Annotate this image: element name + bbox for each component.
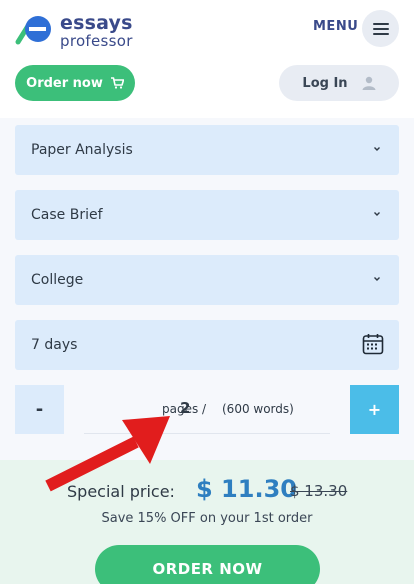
logo-text-essays: essays <box>60 12 133 34</box>
chevron-down-icon <box>374 212 380 216</box>
user-icon <box>362 76 376 90</box>
pages-value: 2 <box>180 399 191 417</box>
academic-level-select[interactable]: College <box>15 255 399 305</box>
paper-type-select[interactable]: Paper Analysis <box>15 125 399 175</box>
pages-decrement-button[interactable]: - <box>15 385 64 434</box>
order-now-label: Order now <box>26 75 103 91</box>
login-label: Log In <box>302 75 348 91</box>
cta-label: ORDER NOW <box>152 560 263 578</box>
site-logo[interactable]: essays professor <box>14 12 144 50</box>
discount-note: Save 15% OFF on your 1st order <box>101 511 313 526</box>
order-now-button[interactable]: Order now <box>15 65 135 101</box>
words-count-label: (600 words) <box>222 402 294 416</box>
deadline-picker[interactable]: 7 days <box>15 320 399 370</box>
academic-level-value: College <box>31 272 84 288</box>
deadline-value: 7 days <box>31 337 78 353</box>
special-price-label: Special price: <box>67 482 175 501</box>
chevron-down-icon <box>374 147 380 151</box>
logo-text-professor: professor <box>60 32 133 50</box>
menu-button[interactable] <box>362 10 399 47</box>
plus-label: + <box>367 400 382 419</box>
menu-label[interactable]: MENU <box>313 19 358 34</box>
paper-type-value: Paper Analysis <box>31 142 133 158</box>
order-now-cta-button[interactable]: ORDER NOW <box>95 545 320 584</box>
assignment-type-select[interactable]: Case Brief <box>15 190 399 240</box>
old-price: $ 13.30 <box>290 482 348 500</box>
assignment-type-value: Case Brief <box>31 207 103 223</box>
login-button[interactable]: Log In <box>279 65 399 101</box>
minus-label: - <box>35 399 44 420</box>
pages-increment-button[interactable]: + <box>350 385 399 434</box>
site-header: essays professor MENU Order now Log In <box>0 0 414 118</box>
price-section: Special price: $ 11.30 $ 13.30 Save 15% … <box>0 460 414 584</box>
pages-input[interactable]: pages / 2 (600 words) <box>84 385 330 434</box>
chevron-down-icon <box>374 277 380 281</box>
cart-icon <box>110 77 124 89</box>
calendar-icon[interactable] <box>362 333 384 355</box>
hamburger-icon <box>372 22 389 35</box>
current-price: $ 11.30 <box>196 475 297 503</box>
logo-e-icon <box>15 16 51 45</box>
